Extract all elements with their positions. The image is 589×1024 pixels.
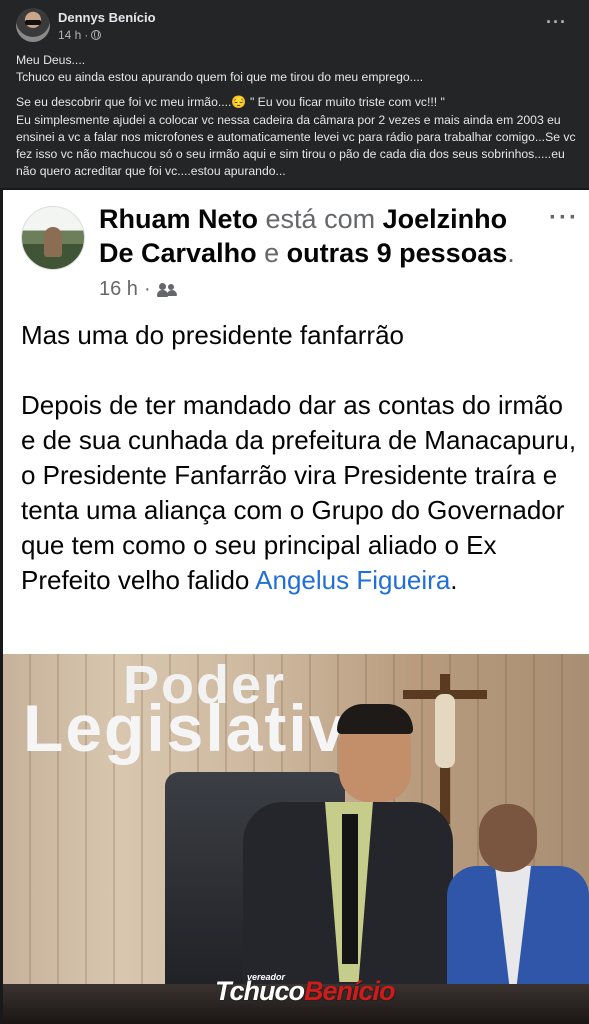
shared-post-image[interactable]: Rhuam Neto está com Joelzinho De Carvalh… <box>3 190 589 1024</box>
and-text: e <box>264 238 280 268</box>
friends-icon <box>156 282 177 297</box>
post-text: Meu Deus.... Tchuco eu ainda estou apura… <box>16 52 576 180</box>
shared-author-avatar <box>21 206 85 270</box>
with-text: está com <box>265 204 376 234</box>
author-avatar[interactable] <box>16 8 50 42</box>
shared-author-name: Rhuam Neto <box>99 204 259 234</box>
globe-icon <box>91 30 102 40</box>
watermark-logo: TchucoBenício <box>215 976 396 1006</box>
post-meta: 14 h · <box>58 28 102 42</box>
post-time[interactable]: 14 h <box>58 28 81 42</box>
more-horizontal-icon[interactable]: ··· <box>546 12 567 33</box>
post-paragraph: Meu Deus.... Tchuco eu ainda estou apura… <box>16 53 424 85</box>
shared-post-meta: 16 h · <box>99 278 177 301</box>
shared-post-time: 16 h <box>99 278 138 300</box>
mention-link: Angelus Figueira <box>255 565 451 595</box>
post-photo: Poder Legislativ vereador TchucoBenício <box>3 654 589 1024</box>
author-name[interactable]: Dennys Benício <box>58 10 156 25</box>
shared-more-icon: ··· <box>549 204 579 231</box>
shared-body-paragraph: Depois de ter mandado dar as contas do i… <box>21 390 577 595</box>
outer-post: Dennys Benício 14 h · ··· Meu Deus.... T… <box>0 0 589 188</box>
shared-body-line: Mas uma do presidente fanfarrão <box>21 320 404 350</box>
shared-post-header: Rhuam Neto está com Joelzinho De Carvalh… <box>99 202 529 270</box>
post-paragraph: Se eu descobrir que foi vc meu irmão....… <box>16 95 576 179</box>
tagged-others: outras 9 pessoas <box>286 238 508 268</box>
shared-post-body: Mas uma do presidente fanfarrão Depois d… <box>21 318 581 598</box>
period: . <box>507 238 515 268</box>
wall-text: Legislativ <box>23 691 348 765</box>
